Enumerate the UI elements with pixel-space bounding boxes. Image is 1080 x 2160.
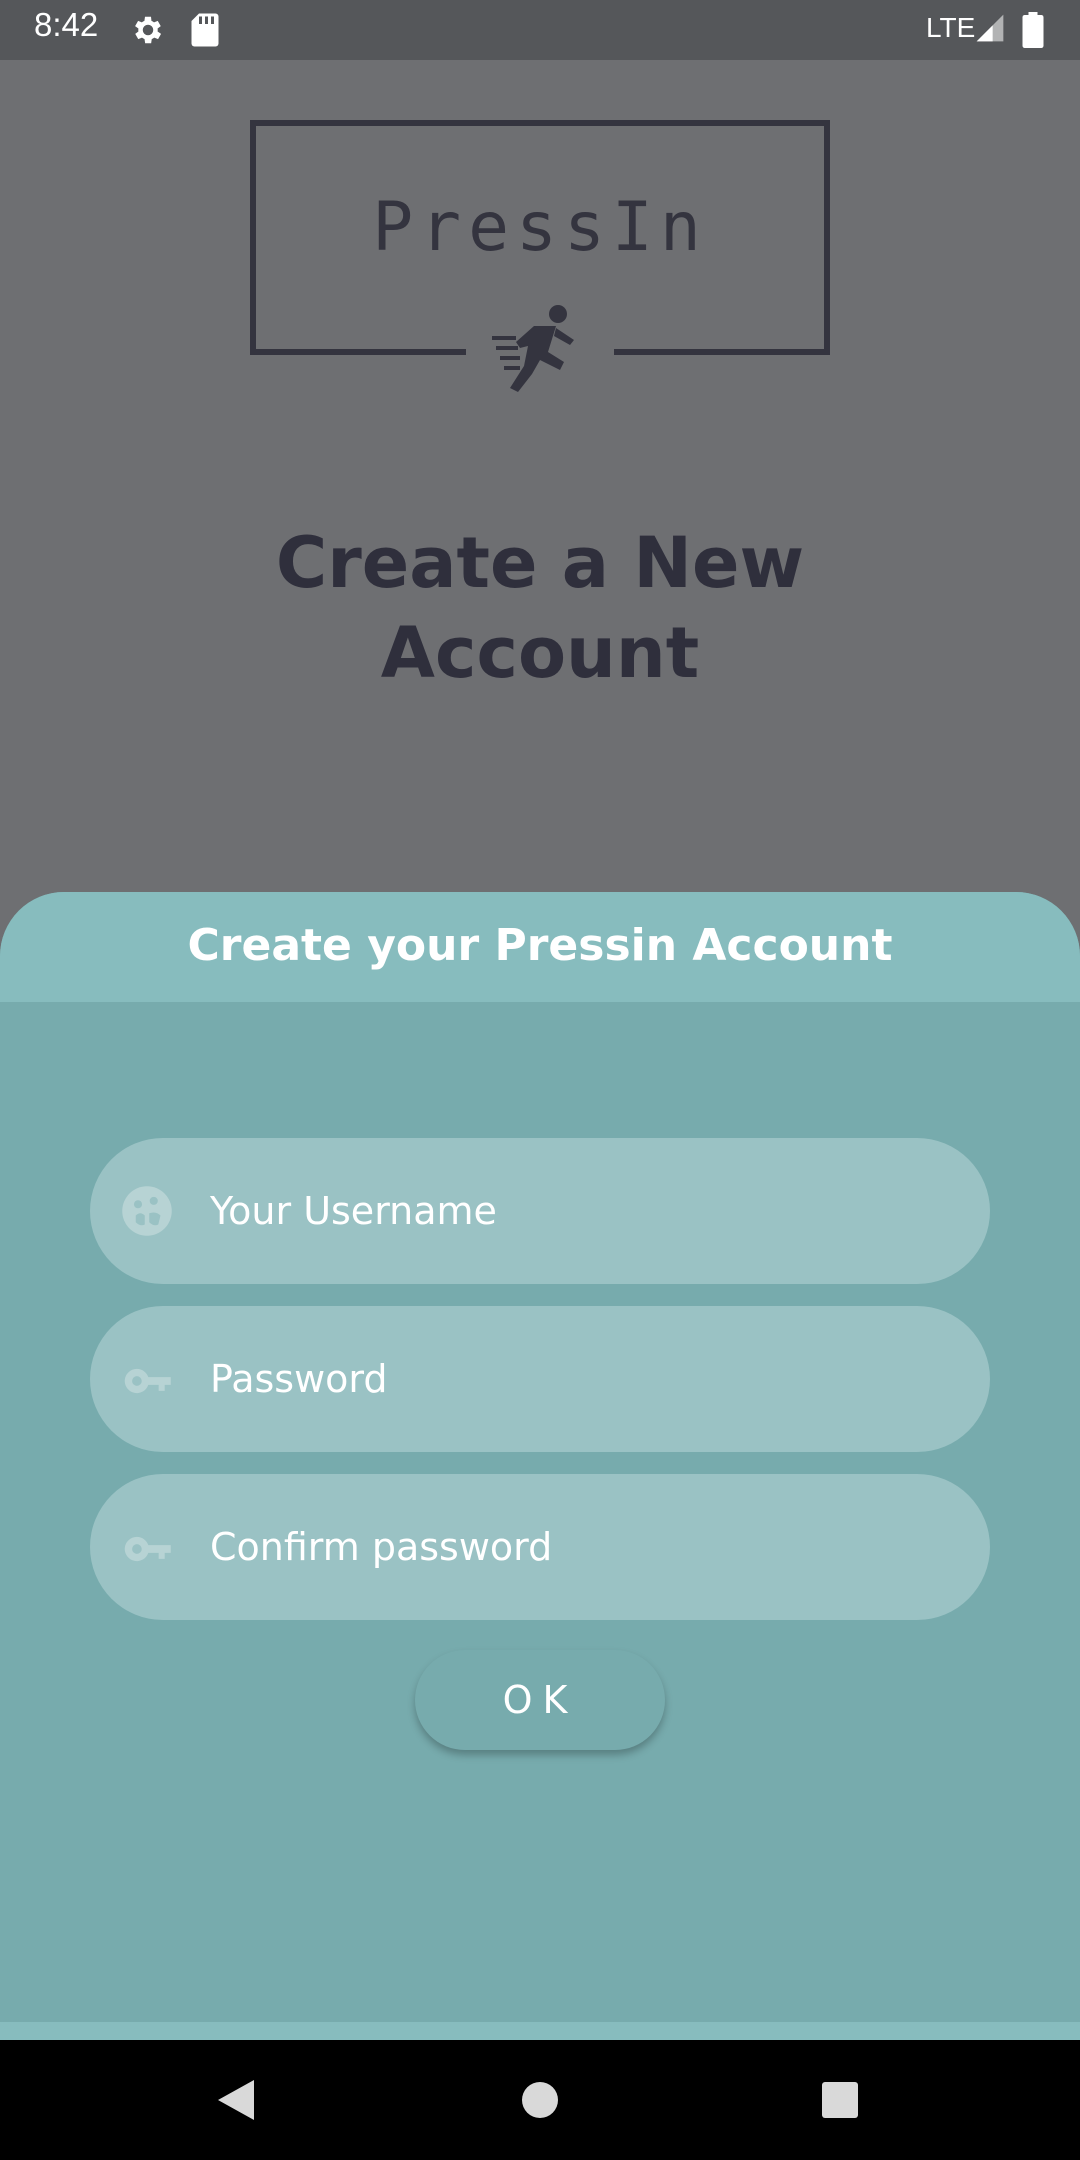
back-icon[interactable] bbox=[216, 2078, 256, 2122]
home-icon[interactable] bbox=[520, 2080, 560, 2120]
ok-button[interactable]: OK bbox=[415, 1650, 665, 1750]
logo-text: PressIn bbox=[372, 188, 708, 267]
username-field[interactable]: Your Username bbox=[90, 1138, 990, 1284]
sheet-title: Create your Pressin Account bbox=[187, 920, 893, 971]
app-logo: PressIn bbox=[250, 120, 830, 392]
key-icon bbox=[124, 1536, 171, 1562]
battery-icon bbox=[1022, 12, 1044, 48]
recents-icon[interactable] bbox=[820, 2080, 860, 2120]
running-man-icon bbox=[492, 305, 574, 392]
password-placeholder: Password bbox=[210, 1357, 388, 1401]
signal-icon bbox=[976, 14, 1004, 42]
sheet-bottom-edge bbox=[0, 2022, 1080, 2040]
page-title-line-1: Create a New bbox=[275, 522, 805, 604]
key-icon bbox=[124, 1368, 171, 1394]
page-title-line-2: Account bbox=[380, 612, 700, 694]
network-type: LTE bbox=[926, 12, 976, 43]
username-placeholder: Your Username bbox=[210, 1189, 497, 1233]
face-icon bbox=[122, 1186, 172, 1236]
status-time: 8:42 bbox=[34, 6, 99, 43]
sd-card-icon bbox=[191, 13, 219, 47]
create-account-sheet: Create your Pressin Account Your Usernam… bbox=[0, 892, 1080, 2022]
gear-icon bbox=[135, 16, 162, 44]
navigation-bar bbox=[0, 2040, 1080, 2160]
sheet-header: Create your Pressin Account bbox=[0, 892, 1080, 1002]
page-title: Create a New Account bbox=[0, 518, 1080, 698]
confirm-password-placeholder: Confirm password bbox=[210, 1525, 553, 1569]
confirm-password-field[interactable]: Confirm password bbox=[90, 1474, 990, 1620]
password-field[interactable]: Password bbox=[90, 1306, 990, 1452]
status-bar: 8:42 LTE bbox=[0, 0, 1080, 60]
